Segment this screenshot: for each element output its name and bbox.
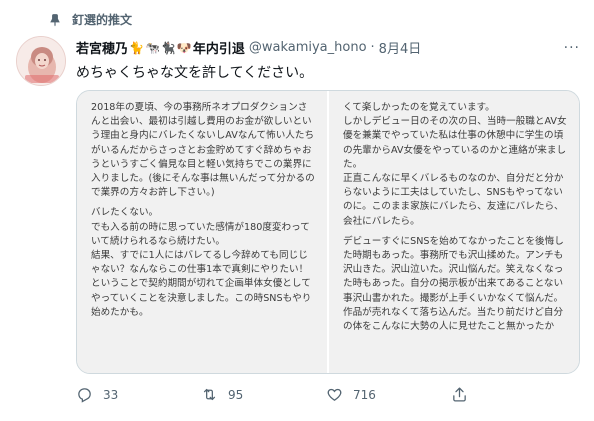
tweet-text: めちゃくちゃな文を許してください。 <box>76 65 314 81</box>
reply-button[interactable]: 33 <box>76 386 201 403</box>
tweet-media[interactable]: 2018年の夏頃、今の事務所ネオプロダクションさんと出会い、最初は引越し費用のお… <box>76 90 580 374</box>
pin-icon <box>50 13 60 26</box>
author-handle[interactable]: @wakamiya_hono <box>249 40 367 55</box>
image-paragraph: 2018年の夏頃、今の事務所ネオプロダクションさんと出会い、最初は引越し費用のお… <box>91 102 315 199</box>
black-cat-emoji: 🐈‍⬛ <box>160 40 176 55</box>
author-name-suffix[interactable]: 年内引退 <box>193 38 245 57</box>
more-options-button[interactable]: ··· <box>564 40 580 56</box>
like-count: 716 <box>353 387 376 402</box>
avatar[interactable] <box>16 36 66 86</box>
retweet-icon <box>203 388 216 401</box>
media-image-left[interactable]: 2018年の夏頃、今の事務所ネオプロダクションさんと出会い、最初は引越し費用のお… <box>77 91 329 373</box>
pinned-label: 釘選的推文 <box>72 13 133 27</box>
like-button[interactable]: 716 <box>326 386 451 403</box>
more-icon: ··· <box>563 40 580 56</box>
tweet-header: 若宮穂乃 🐈 🐄 🐈‍⬛ 🐶 年内引退 @wakamiya_hono · 8月4… <box>76 38 421 57</box>
share-button[interactable] <box>451 386 478 403</box>
author-name[interactable]: 若宮穂乃 <box>76 38 128 57</box>
share-icon <box>453 387 466 402</box>
heart-icon <box>327 388 342 401</box>
tweet-actions: 33 95 716 <box>76 386 580 403</box>
author-emoji: 🐈 🐄 🐈‍⬛ 🐶 <box>129 41 192 55</box>
retweet-count: 95 <box>228 387 244 402</box>
image-paragraph: デビューすぐにSNSを始めてなかったことを後悔した時期もあった。事務所でも沢山揉… <box>343 235 564 333</box>
image-paragraph: くて楽しかったのを覚えています。 しかしデビュー日のその次の日、当時一般職とAV… <box>343 102 567 227</box>
pinned-indicator: 釘選的推文 <box>48 11 132 28</box>
cat-emoji: 🐈 <box>129 40 144 55</box>
avatar-image <box>17 37 65 85</box>
reply-icon <box>78 388 91 403</box>
retweet-button[interactable]: 95 <box>201 386 326 403</box>
reply-count: 33 <box>103 387 119 402</box>
cow-emoji: 🐄 <box>144 40 160 55</box>
separator-dot: · <box>370 40 375 55</box>
tweet[interactable]: 釘選的推文 若宮穂乃 🐈 🐄 🐈‍⬛ 🐶 年内引退 @wakamiya_hono… <box>0 0 594 421</box>
media-image-right[interactable]: くて楽しかったのを覚えています。 しかしデビュー日のその次の日、当時一般職とAV… <box>329 91 579 373</box>
tweet-date[interactable]: 8月4日 <box>379 38 422 57</box>
image-paragraph: バレたくない。 でも入る前の時に思っていた感情が180度変わっていて続けられるな… <box>91 207 312 318</box>
dog-emoji: 🐶 <box>176 40 192 55</box>
